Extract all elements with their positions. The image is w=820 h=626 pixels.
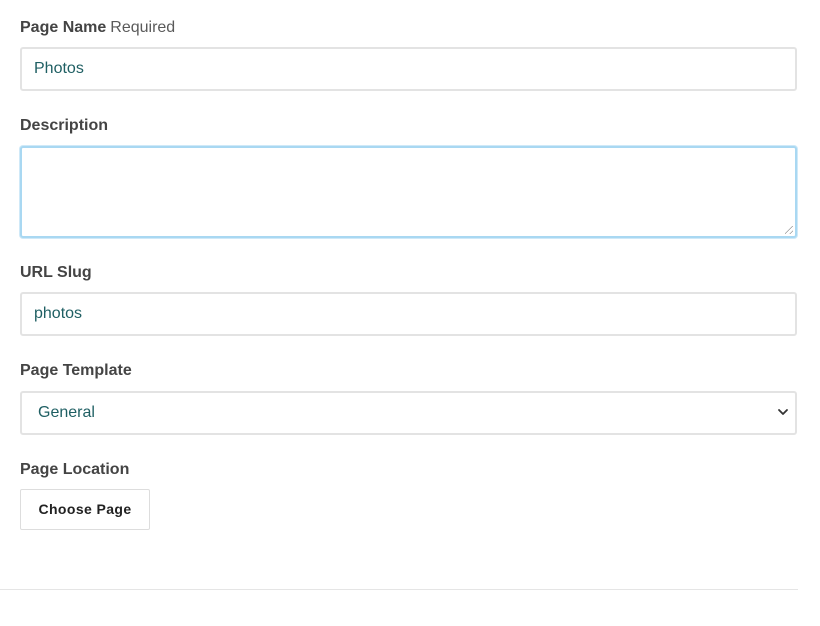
page-template-select[interactable]: General [20,391,797,435]
page-name-label: Page Name Required [20,19,175,37]
resize-handle-icon[interactable] [785,226,793,234]
footer-divider [0,589,798,590]
choose-page-button[interactable]: Choose Page [20,489,150,530]
url-slug-label: URL Slug [20,264,92,281]
required-hint: Required [110,19,176,36]
page-name-input[interactable] [20,47,797,91]
page-location-label: Page Location [20,461,130,478]
chevron-down-icon [778,409,788,415]
description-label: Description [20,117,109,134]
description-wrapper [20,146,797,238]
page-template-selected-value: General [38,404,95,421]
page-template-label: Page Template [20,362,132,379]
page-name-label-text: Page Name [20,19,107,36]
url-slug-input[interactable] [20,292,797,336]
description-textarea[interactable] [20,146,797,238]
